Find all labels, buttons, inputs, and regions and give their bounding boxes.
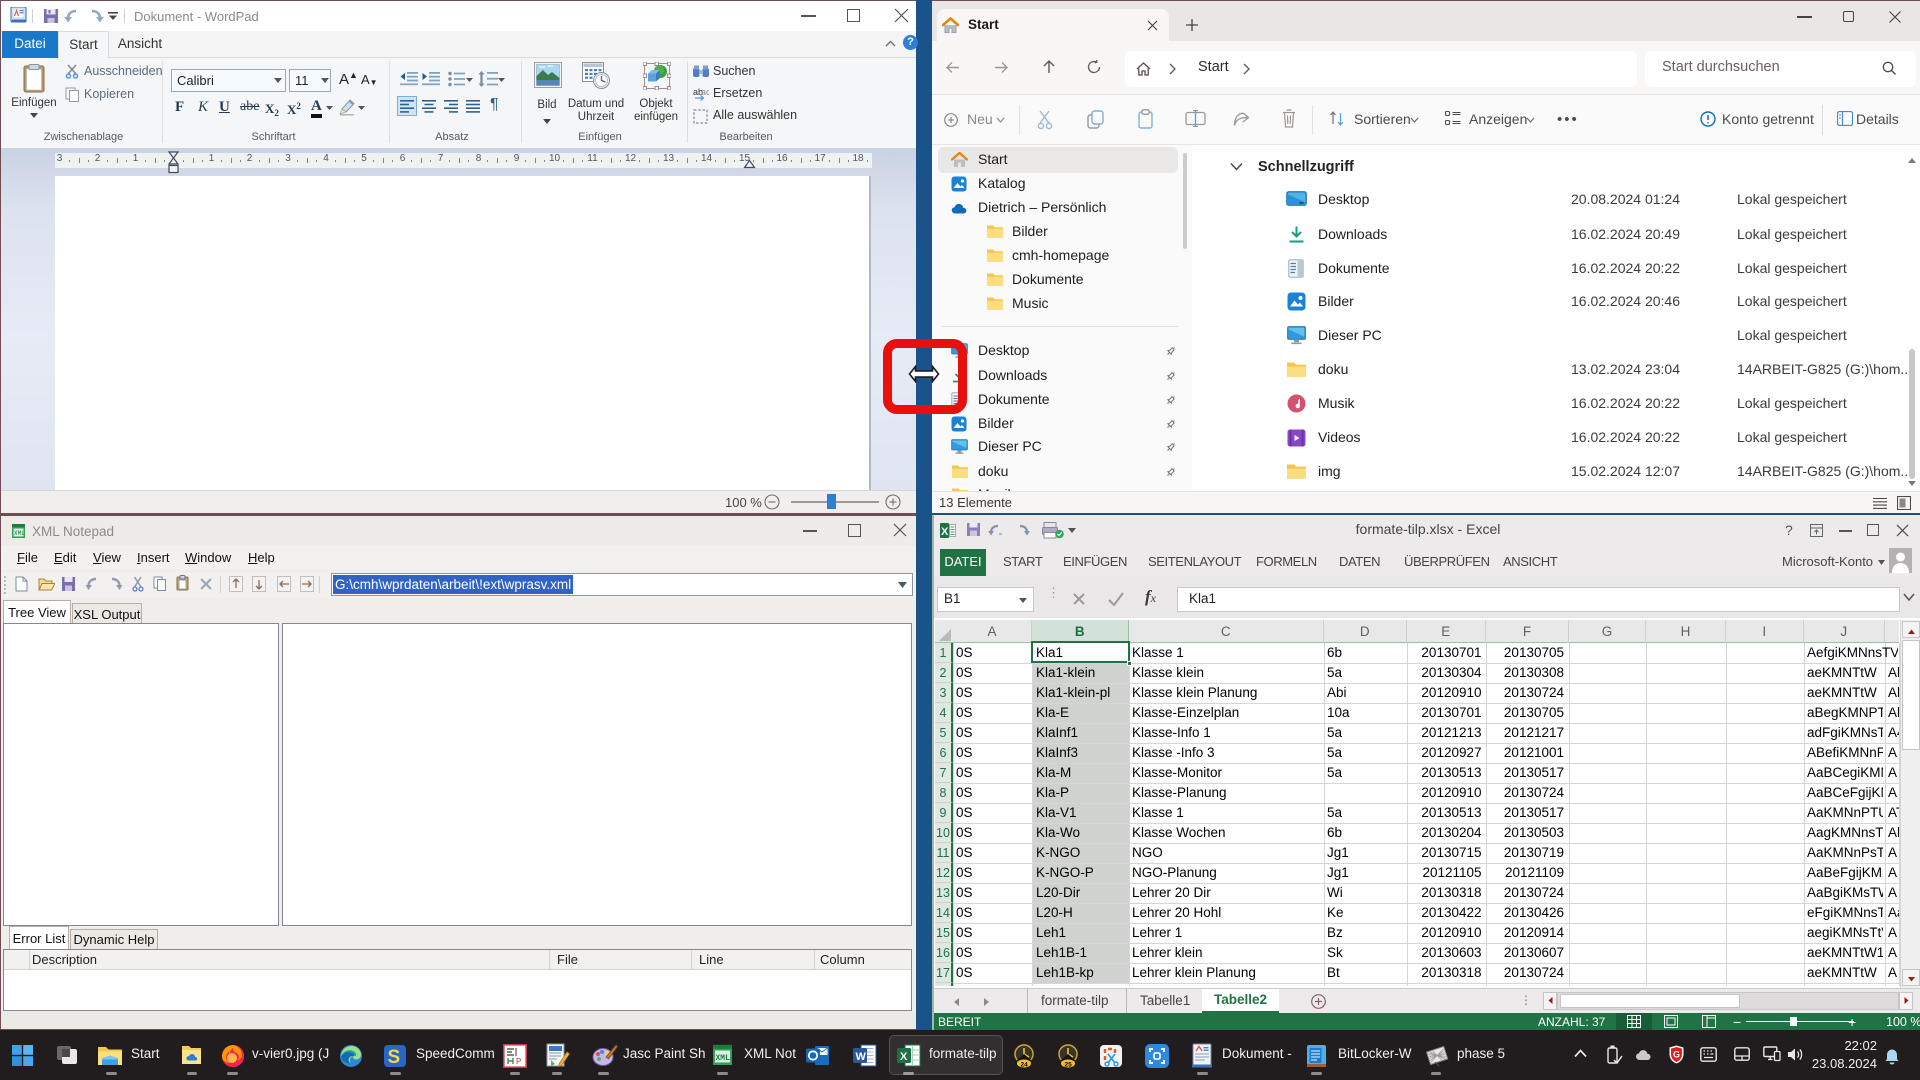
svg-text:25: 25 bbox=[1065, 1062, 1073, 1069]
svg-text:XML: XML bbox=[716, 1054, 731, 1063]
svg-text:P: P bbox=[516, 1057, 521, 1066]
svg-text:24: 24 bbox=[1021, 1062, 1029, 1069]
svg-text:G: G bbox=[1673, 1050, 1680, 1060]
svg-text:XML: XML bbox=[14, 530, 25, 537]
svg-text:W: W bbox=[856, 1051, 867, 1063]
svg-text:X: X bbox=[900, 1051, 908, 1063]
svg-text:S: S bbox=[388, 1047, 401, 1068]
svg-text:ac: ac bbox=[701, 87, 709, 97]
